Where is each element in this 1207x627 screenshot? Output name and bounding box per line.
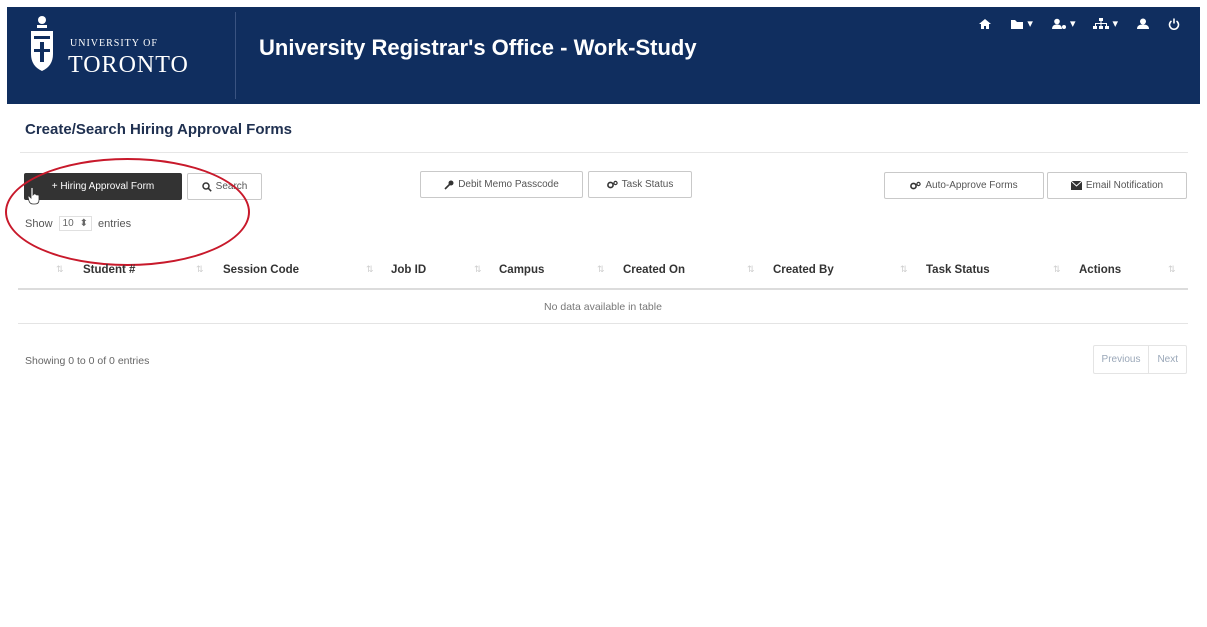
empty-message: No data available in table — [544, 300, 662, 313]
user-settings-icon[interactable]: ▾ — [1051, 17, 1076, 30]
previous-button[interactable]: Previous — [1094, 346, 1149, 373]
button-label: Auto-Approve Forms — [925, 180, 1018, 191]
search-icon — [201, 181, 212, 192]
hiring-forms-table: ⇅ Student # ⇅ Session Code ⇅ Job ID ⇅ Ca… — [18, 250, 1188, 324]
entries-label: entries — [98, 217, 132, 230]
sort-icon: ⇅ — [1053, 264, 1060, 274]
column-header-created-on[interactable]: Created On — [623, 250, 685, 290]
button-label: Search — [215, 181, 248, 192]
sort-icon: ⇅ — [474, 264, 481, 274]
debit-memo-passcode-button[interactable]: Debit Memo Passcode — [420, 171, 583, 198]
auto-approve-forms-button[interactable]: Auto-Approve Forms — [884, 172, 1044, 199]
next-button[interactable]: Next — [1148, 346, 1186, 373]
table-info: Showing 0 to 0 of 0 entries — [25, 355, 150, 367]
add-hiring-approval-form-button[interactable]: + Hiring Approval Form — [24, 173, 182, 200]
column-header-created-by[interactable]: Created By — [773, 250, 834, 290]
envelope-icon — [1070, 181, 1082, 190]
hand-cursor-icon — [27, 187, 40, 205]
search-button[interactable]: Search — [187, 173, 262, 200]
column-header-actions[interactable]: Actions — [1079, 250, 1121, 290]
app-title: University Registrar's Office - Work-Stu… — [259, 35, 697, 60]
button-label: Debit Memo Passcode — [458, 179, 559, 190]
app-header: UNIVERSITY OF TORONTO University Registr… — [7, 7, 1200, 104]
table-empty-row: No data available in table — [18, 290, 1188, 324]
header-nav: ▾ ▾ ▾ — [978, 17, 1180, 30]
chevron-down-icon: ▾ — [1027, 18, 1033, 30]
chevron-down-icon: ▾ — [1069, 18, 1076, 30]
page-length-select[interactable]: 10 ⬍ — [58, 216, 93, 231]
logo-line-2: TORONTO — [68, 52, 189, 78]
column-header-task-status[interactable]: Task Status — [926, 250, 990, 290]
gears-icon — [606, 180, 618, 188]
button-label: Task Status — [621, 179, 674, 190]
home-icon[interactable] — [978, 18, 992, 30]
page-length-value: 10 — [62, 218, 74, 229]
chevron-down-icon: ▾ — [1112, 18, 1118, 30]
sitemap-icon[interactable]: ▾ — [1093, 17, 1118, 30]
pagination: Previous Next — [1092, 345, 1187, 374]
column-header-job-id[interactable]: Job ID — [391, 250, 426, 290]
page-title: Create/Search Hiring Approval Forms — [25, 121, 293, 138]
logo-line-1: UNIVERSITY OF — [70, 38, 158, 49]
table-header: ⇅ Student # ⇅ Session Code ⇅ Job ID ⇅ Ca… — [18, 250, 1188, 290]
button-label: Email Notification — [1085, 180, 1164, 191]
sort-icon: ⇅ — [1168, 264, 1175, 274]
task-status-button[interactable]: Task Status — [588, 171, 692, 198]
sort-icon: ⇅ — [366, 264, 373, 274]
column-header-student[interactable]: Student # — [83, 250, 135, 290]
sort-icon: ⇅ — [747, 264, 754, 274]
sort-icon: ⇅ — [196, 264, 203, 274]
sort-icon: ⇅ — [56, 264, 63, 274]
sort-icon: ⇅ — [900, 264, 907, 274]
button-label: + Hiring Approval Form — [51, 181, 155, 192]
sort-updown-icon: ⬍ — [79, 218, 89, 229]
university-logo[interactable]: UNIVERSITY OF TORONTO — [28, 14, 218, 84]
user-icon[interactable] — [1136, 18, 1150, 30]
key-icon — [444, 180, 454, 190]
column-header-campus[interactable]: Campus — [499, 250, 544, 290]
divider — [20, 152, 1188, 153]
crest-icon — [31, 16, 53, 71]
column-header-session-code[interactable]: Session Code — [223, 250, 299, 290]
email-notification-button[interactable]: Email Notification — [1047, 172, 1187, 199]
folder-icon[interactable]: ▾ — [1010, 17, 1033, 30]
sort-icon: ⇅ — [597, 264, 604, 274]
gears-icon — [910, 181, 922, 189]
header-divider — [235, 12, 236, 99]
power-icon[interactable] — [1168, 18, 1180, 30]
page-length-control: Show 10 ⬍ entries — [25, 216, 131, 231]
show-label: Show — [25, 217, 53, 230]
